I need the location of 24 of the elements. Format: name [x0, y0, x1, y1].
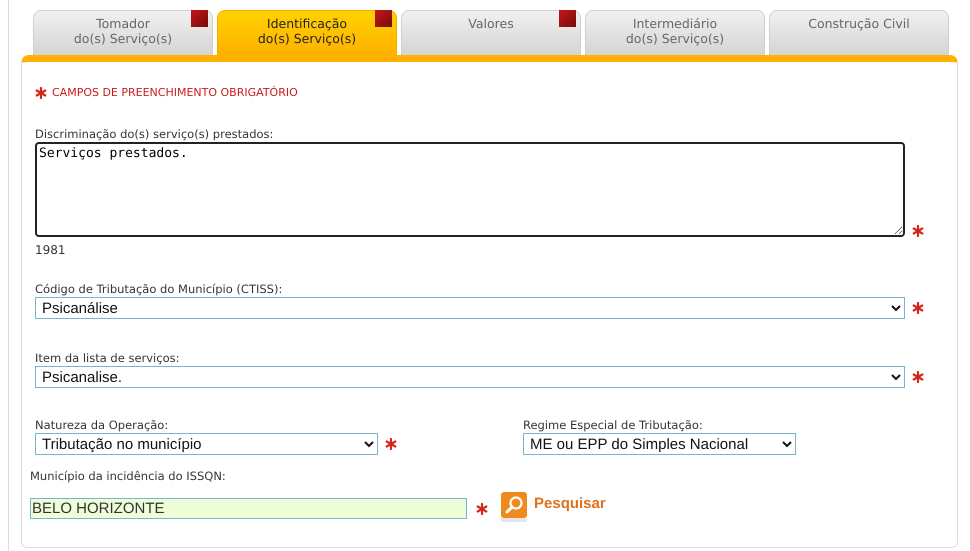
field-label: Município da incidência do ISSQN: [30, 469, 227, 484]
character-counter: 1981 [35, 243, 67, 257]
field-label: Item da lista de serviços: [35, 351, 180, 366]
tab[interactable]: Valores [401, 10, 581, 55]
dropdown[interactable]: Psicanalise. [35, 366, 905, 388]
description-field[interactable]: Serviços prestados. [35, 142, 905, 237]
field-label: Regime Especial de Tributação: [523, 418, 704, 433]
municipality-field[interactable]: BELO HORIZONTE [30, 498, 467, 519]
field-label: Discriminação do(s) serviço(s) prestados: [35, 127, 274, 142]
tab[interactable]: Construção Civil [769, 10, 949, 55]
asterisk-icon [35, 86, 47, 98]
flag-icon [375, 10, 392, 27]
field-label: Natureza da Operação: [35, 418, 170, 433]
tab[interactable]: Tomador do(s) Serviço(s) [33, 10, 213, 55]
flag-icon [559, 10, 576, 27]
dropdown[interactable]: ME ou EPP do Simples Nacional [523, 433, 796, 455]
dropdown[interactable]: Tributação no município [35, 433, 378, 455]
search-icon[interactable] [501, 492, 527, 522]
required-note: CAMPOS DE PREENCHIMENTO OBRIGATÓRIO [52, 86, 298, 99]
flag-icon [191, 10, 208, 27]
dropdown[interactable]: Psicanálise [35, 297, 905, 319]
tab[interactable]: Intermediário do(s) Serviço(s) [585, 10, 765, 55]
tab[interactable]: Identificação do(s) Serviço(s) [217, 10, 397, 55]
field-label: Código de Tributação do Município (CTISS): [35, 282, 284, 297]
